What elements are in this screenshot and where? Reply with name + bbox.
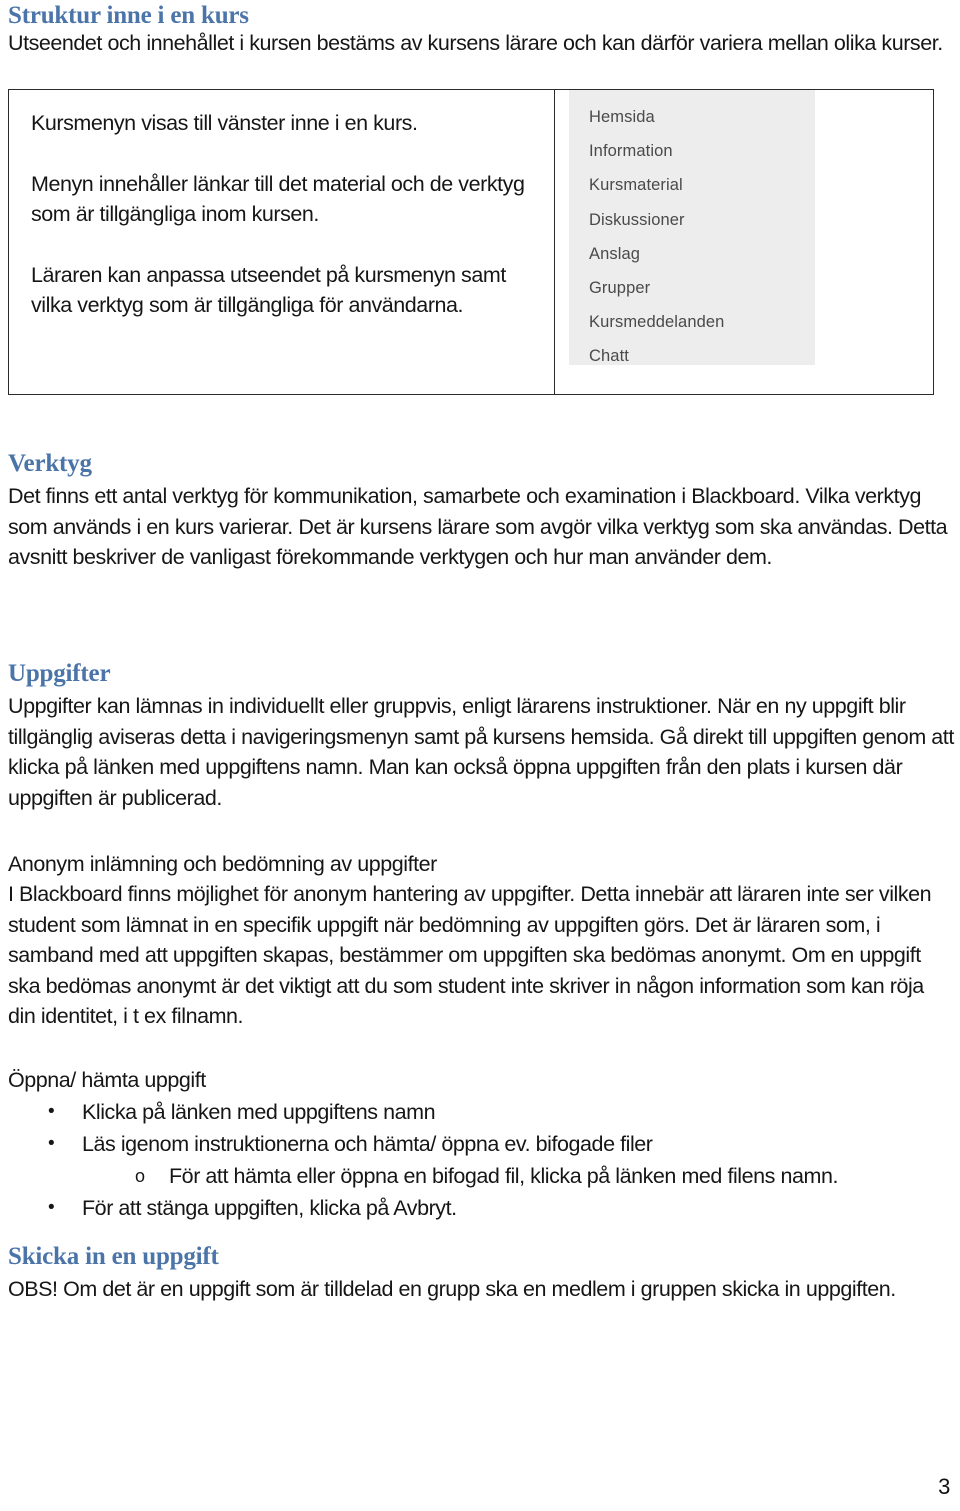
list-item: • Klicka på länken med uppgiftens namn: [8, 1096, 952, 1128]
course-menu-screenshot: Hemsida Information Kursmaterial Diskuss…: [569, 90, 815, 365]
figure-paragraph-1: Kursmenyn visas till vänster inne i en k…: [31, 111, 418, 135]
list-item: • För att stänga uppgiften, klicka på Av…: [8, 1192, 952, 1224]
hollow-bullet-marker-icon: o: [135, 1166, 145, 1186]
menu-item-chatt: Chatt: [589, 347, 629, 366]
menu-item-grupper: Grupper: [589, 279, 651, 298]
list-item-label: För att stänga uppgiften, klicka på Avbr…: [82, 1196, 457, 1220]
document-page: Struktur inne i en kurs Utseendet och in…: [0, 0, 960, 1511]
list-item-label: Läs igenom instruktionerna och hämta/ öp…: [82, 1132, 653, 1156]
figure-paragraph-3: Läraren kan anpassa utseendet på kursmen…: [31, 262, 506, 318]
bullet-marker-icon: •: [48, 1133, 55, 1154]
instruction-bullet-list: • Klicka på länken med uppgiftens namn •…: [8, 1096, 952, 1224]
figure-text-column: Kursmenyn visas till vänster inne i en k…: [9, 90, 555, 394]
list-item: • Läs igenom instruktionerna och hämta/ …: [8, 1128, 952, 1160]
menu-item-kursmaterial: Kursmaterial: [589, 176, 683, 195]
subsection-heading-oppna: Öppna/ hämta uppgift: [8, 1068, 206, 1092]
list-item-label: Klicka på länken med uppgiftens namn: [82, 1100, 436, 1124]
course-structure-figure: Kursmenyn visas till vänster inne i en k…: [8, 89, 934, 395]
menu-item-hemsida: Hemsida: [589, 108, 655, 126]
section-body-skicka: OBS! Om det är en uppgift som är tilldel…: [8, 1277, 896, 1301]
menu-item-kursmeddelanden: Kursmeddelanden: [589, 313, 725, 332]
section-heading-uppgifter: Uppgifter: [8, 660, 111, 687]
menu-item-information: Information: [589, 142, 673, 161]
bullet-marker-icon: •: [48, 1197, 55, 1218]
figure-paragraph-2: Menyn innehåller länkar till det materia…: [31, 171, 525, 227]
figure-menu-column: Hemsida Information Kursmaterial Diskuss…: [555, 90, 933, 394]
menu-item-diskussioner: Diskussioner: [589, 210, 685, 229]
list-item-label: För att hämta eller öppna en bifogad fil…: [169, 1164, 838, 1188]
bullet-marker-icon: •: [48, 1101, 55, 1122]
menu-item-anslag: Anslag: [589, 244, 641, 263]
subsection-heading-anonym: Anonym inlämning och bedömning av uppgif…: [8, 852, 437, 876]
page-number: 3: [938, 1474, 950, 1499]
section-heading-skicka: Skicka in en uppgift: [8, 1243, 219, 1270]
section-body-verktyg: Det finns ett antal verktyg för kommunik…: [8, 484, 948, 569]
section-body-uppgifter: Uppgifter kan lämnas in individuellt ell…: [8, 694, 954, 810]
page-title: Struktur inne i en kurs: [8, 2, 249, 29]
intro-paragraph: Utseendet och innehållet i kursen bestäm…: [8, 31, 943, 55]
list-item-sub: o För att hämta eller öppna en bifogad f…: [8, 1160, 952, 1192]
section-heading-verktyg: Verktyg: [8, 450, 92, 477]
subsection-body-anonym: I Blackboard finns möjlighet för anonym …: [8, 882, 932, 1028]
